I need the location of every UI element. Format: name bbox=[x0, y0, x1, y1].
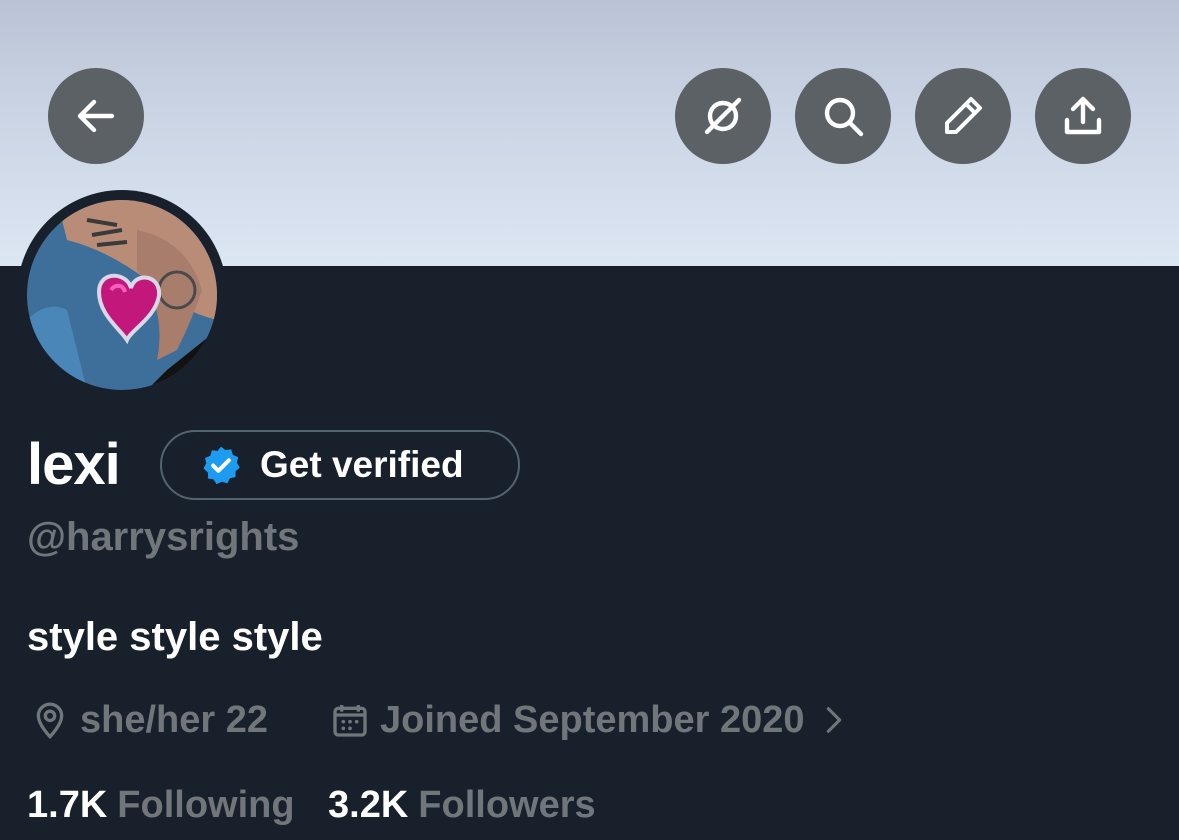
following-link[interactable]: 1.7K Following bbox=[27, 780, 295, 830]
get-verified-button[interactable]: Get verified bbox=[160, 430, 520, 500]
edit-button[interactable] bbox=[915, 68, 1011, 164]
followers-count: 3.2K bbox=[328, 783, 409, 826]
profile-location: she/her 22 bbox=[30, 695, 268, 745]
search-icon bbox=[824, 97, 864, 137]
profile-bio: style style style bbox=[27, 615, 323, 659]
following-label: Following bbox=[117, 783, 295, 826]
profile-join-date[interactable]: Joined September 2020 bbox=[330, 695, 851, 745]
pencil-icon bbox=[945, 97, 982, 134]
arrow-left-icon bbox=[77, 99, 115, 133]
verified-badge-icon bbox=[203, 446, 240, 485]
profile-handle: @harrysrights bbox=[27, 515, 300, 559]
profile-name: lexi bbox=[27, 432, 121, 497]
chevron-right-icon bbox=[826, 707, 841, 733]
calendar-icon bbox=[333, 705, 367, 737]
share-icon bbox=[1064, 96, 1102, 135]
followers-label: Followers bbox=[418, 783, 596, 826]
grok-button[interactable] bbox=[675, 68, 771, 164]
location-text: she/her 22 bbox=[80, 698, 268, 741]
join-date-text: Joined September 2020 bbox=[380, 698, 805, 741]
following-count: 1.7K bbox=[27, 783, 108, 826]
get-verified-label: Get verified bbox=[260, 444, 464, 485]
share-button[interactable] bbox=[1035, 68, 1131, 164]
followers-link[interactable]: 3.2K Followers bbox=[328, 780, 596, 830]
avatar-image bbox=[27, 200, 217, 390]
grok-icon bbox=[704, 97, 742, 135]
avatar[interactable] bbox=[27, 200, 217, 390]
search-button[interactable] bbox=[795, 68, 891, 164]
location-pin-icon bbox=[36, 702, 64, 740]
back-button[interactable] bbox=[48, 68, 144, 164]
